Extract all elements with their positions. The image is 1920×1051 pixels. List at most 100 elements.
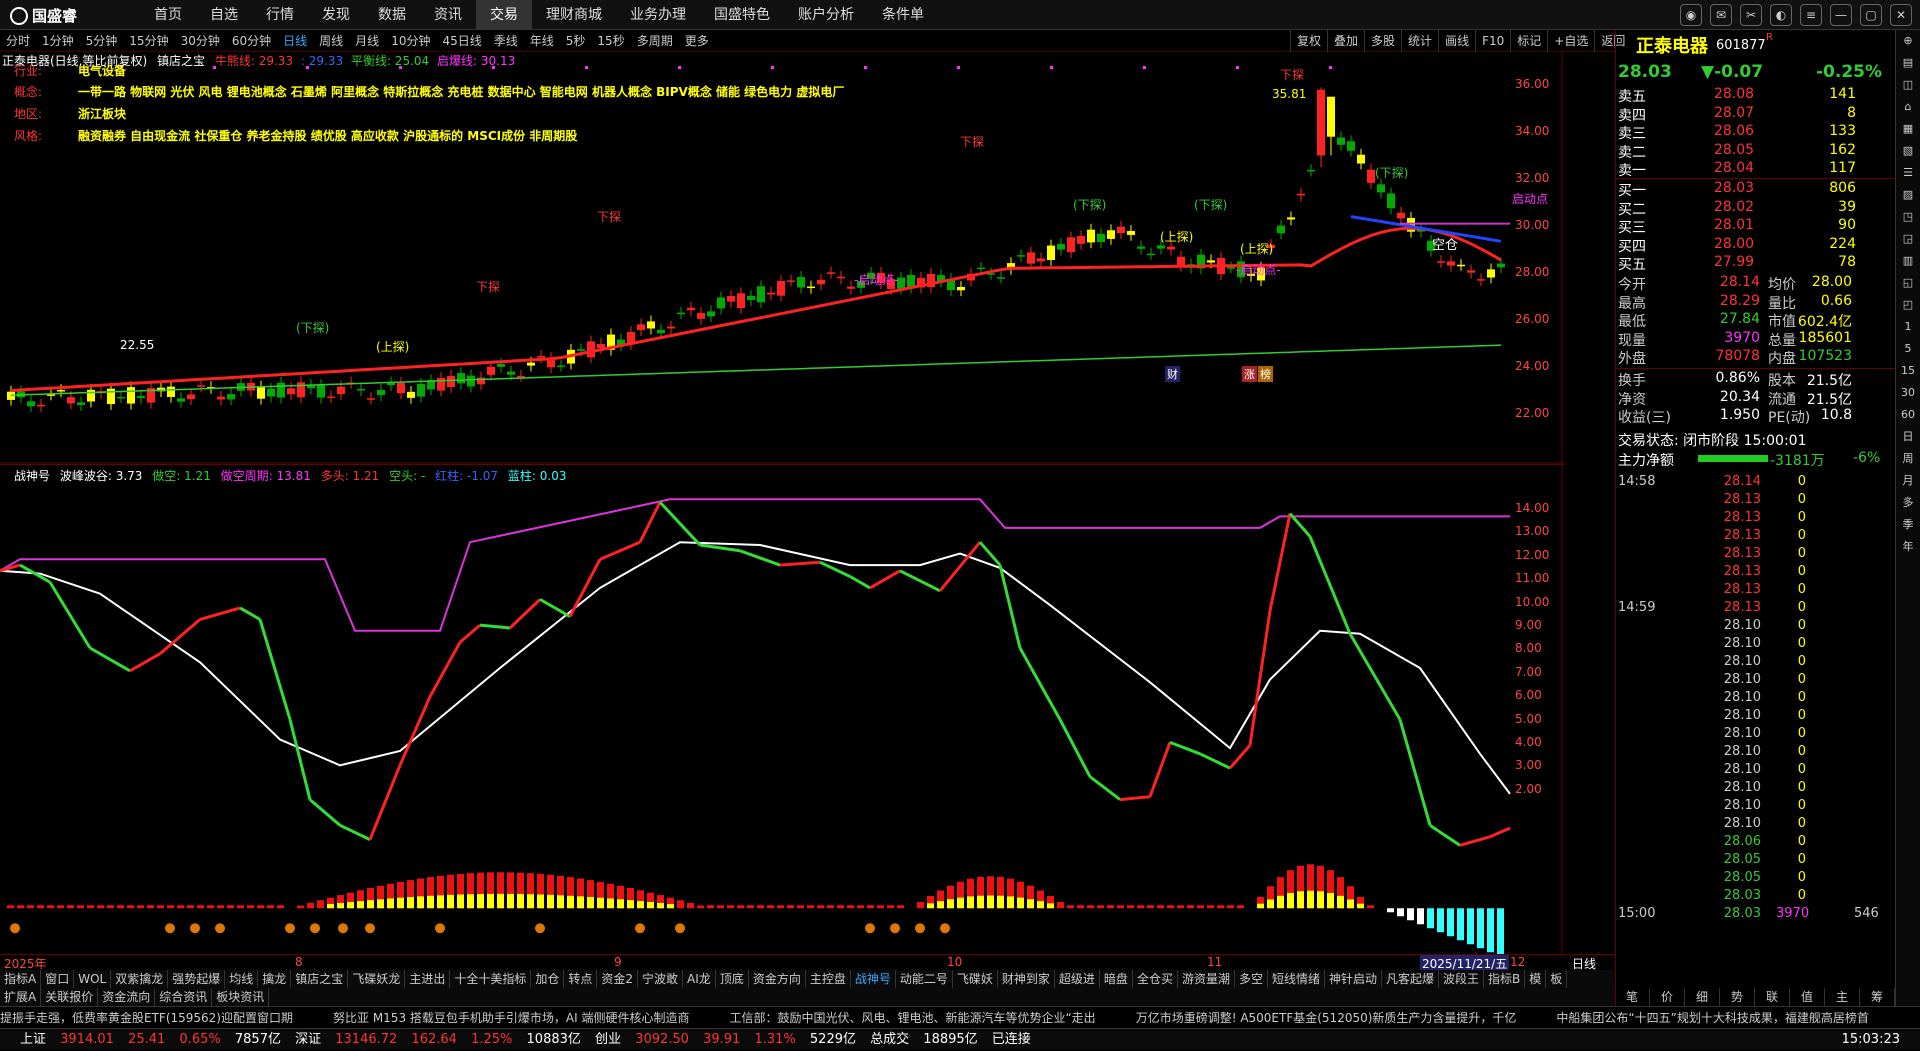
panel-tab[interactable]: 联 (1755, 988, 1790, 1006)
period-tab[interactable]: 10分钟 (385, 30, 436, 52)
ask-row[interactable]: 卖四 28.07 8 (1616, 105, 1896, 124)
toolbar-button[interactable]: 统计 (1401, 30, 1438, 52)
ask-row[interactable]: 卖五 28.08 141 (1616, 86, 1896, 105)
menu-item[interactable]: 业务办理 (616, 0, 700, 30)
indicator-tab[interactable]: 资金2 (597, 970, 639, 988)
minimize-icon[interactable]: — (1830, 4, 1852, 26)
period-tab[interactable]: 更多 (679, 30, 715, 52)
indicator-tab[interactable]: 飞碟妖 (953, 970, 998, 988)
sidebar-button[interactable]: ◱ (1896, 272, 1920, 294)
indicator-tab[interactable]: 动能二号 (896, 970, 953, 988)
toolbar-button[interactable]: 复权 (1290, 30, 1327, 52)
period-tab[interactable]: 分时 (0, 30, 36, 52)
bid-row[interactable]: 买四 28.00 224 (1616, 236, 1896, 255)
indicator-tab[interactable]: 加仓 (531, 970, 565, 988)
toolbar-button[interactable]: F10 (1475, 30, 1510, 52)
sidebar-button[interactable]: ⌂ (1896, 96, 1920, 118)
sh-label[interactable]: 上证 (20, 1032, 46, 1047)
sidebar-button[interactable]: ◰ (1896, 294, 1920, 316)
sidebar-button[interactable]: 季 (1896, 514, 1920, 536)
sidebar-button[interactable]: 1 (1896, 316, 1920, 338)
indicator-tab[interactable]: 板 (1546, 970, 1568, 988)
indicator-tab[interactable]: 宁波敢 (638, 970, 684, 988)
panel-tab[interactable]: 筹 (1860, 988, 1895, 1006)
panel-tab[interactable]: 值 (1790, 988, 1825, 1006)
cy-label[interactable]: 创业 (595, 1032, 621, 1047)
bid-row[interactable]: 买一 28.03 806 (1616, 180, 1896, 199)
news-item[interactable]: 工信部：鼓励中国光伏、风电、锂电池、新能源汽车等优势企业“走出 (729, 1011, 1095, 1025)
indicator-tab[interactable]: 凡客起爆 (1382, 970, 1440, 988)
skin-icon[interactable]: ◐ (1770, 4, 1792, 26)
indicator-tab[interactable]: 主控盘 (806, 970, 851, 988)
indicator-tab[interactable]: AI龙 (683, 970, 716, 988)
news-item[interactable]: 中船集团公布“十四五”规划十大科技成果，福建舰高居榜首 (1556, 1011, 1868, 1025)
news-item[interactable]: 努比亚 M153 搭载豆包手机助手引爆市场，AI 端侧硬件核心制造商 (333, 1011, 689, 1025)
period-tab[interactable]: 60分钟 (226, 30, 277, 52)
zhang-badge[interactable]: 涨 (1242, 366, 1257, 382)
indicator-tab[interactable]: 强势起爆 (168, 970, 226, 988)
sidebar-button[interactable]: 月 (1896, 470, 1920, 492)
cai-badge[interactable]: 财 (1165, 366, 1180, 382)
menu-item[interactable]: 数据 (364, 0, 420, 30)
indicator-tab[interactable]: 转点 (564, 970, 598, 988)
sidebar-button[interactable]: ▤ (1896, 52, 1920, 74)
indicator-tab[interactable]: WOL (74, 970, 112, 988)
indicator-tab[interactable]: 暗盘 (1100, 970, 1133, 988)
period-tab[interactable]: 30分钟 (175, 30, 226, 52)
indicator-tab[interactable]: 超级进 (1055, 970, 1100, 988)
close-icon[interactable]: ✕ (1890, 4, 1912, 26)
period-tab[interactable]: 1分钟 (36, 30, 80, 52)
info-tab[interactable]: 综合资讯 (155, 988, 213, 1006)
panel-tab[interactable]: 势 (1720, 988, 1755, 1006)
indicator-tab[interactable]: 擒龙 (258, 970, 292, 988)
indicator-tab[interactable]: 财神到家 (998, 970, 1055, 988)
indicator-tab[interactable]: 双紫擒龙 (111, 970, 169, 988)
info-tab[interactable]: 资金流向 (98, 988, 156, 1006)
sz-label[interactable]: 深证 (295, 1032, 321, 1047)
period-tab[interactable]: 5分钟 (80, 30, 124, 52)
indicator-tab[interactable]: 指标A (0, 970, 42, 988)
indicator-tab[interactable]: 主进出 (405, 970, 451, 988)
period-tab[interactable]: 年线 (524, 30, 560, 52)
sidebar-button[interactable]: 周 (1896, 448, 1920, 470)
period-tab[interactable]: 月线 (349, 30, 385, 52)
chat-icon[interactable]: ◉ (1680, 4, 1702, 26)
sidebar-button[interactable]: ☰ (1896, 162, 1920, 184)
sidebar-button[interactable]: ◫ (1896, 74, 1920, 96)
period-tab[interactable]: 日线 (277, 30, 313, 52)
sidebar-button[interactable]: ⊕ (1896, 30, 1920, 52)
toolbar-button[interactable]: 叠加 (1327, 30, 1364, 52)
maximize-icon[interactable]: ▢ (1860, 4, 1882, 26)
sidebar-button[interactable]: ▦ (1896, 118, 1920, 140)
sidebar-button[interactable]: ◳ (1896, 206, 1920, 228)
menu-item[interactable]: 行情 (252, 0, 308, 30)
indicator-tab[interactable]: 波段王 (1439, 970, 1485, 988)
menu-icon[interactable]: ≡ (1800, 4, 1822, 26)
news-item[interactable]: 万亿市场重磅调整! A500ETF基金(512050)新质生产力含量提升，千亿 (1136, 1011, 1517, 1025)
kline-svg[interactable] (0, 52, 1565, 464)
indicator-tab[interactable]: 短线情绪 (1268, 970, 1325, 988)
ask-row[interactable]: 卖三 28.06 133 (1616, 123, 1896, 142)
sidebar-button[interactable]: ◲ (1896, 228, 1920, 250)
indicator-tab[interactable]: 多空 (1235, 970, 1268, 988)
sidebar-button[interactable]: ▧ (1896, 140, 1920, 162)
sidebar-button[interactable]: ▥ (1896, 250, 1920, 272)
bid-row[interactable]: 买五 27.99 78 (1616, 254, 1896, 273)
ask-row[interactable]: 卖一 28.04 117 (1616, 160, 1896, 179)
menu-item[interactable]: 自选 (196, 0, 252, 30)
sidebar-button[interactable]: ▨ (1896, 184, 1920, 206)
period-tab[interactable]: 15分钟 (123, 30, 174, 52)
info-tab[interactable]: 板块资讯 (212, 988, 270, 1006)
bid-row[interactable]: 买二 28.02 39 (1616, 199, 1896, 218)
indicator-tab[interactable]: 资金方向 (749, 970, 806, 988)
sidebar-button[interactable]: 多 (1896, 492, 1920, 514)
toolbar-button[interactable]: 标记 (1510, 30, 1547, 52)
indicator-tab[interactable]: 镇店之宝 (291, 970, 349, 988)
sidebar-button[interactable]: 30 (1896, 382, 1920, 404)
panel-tab[interactable]: 价 (1650, 988, 1685, 1006)
tools-icon[interactable]: ✂ (1740, 4, 1762, 26)
sidebar-button[interactable]: 年 (1896, 536, 1920, 558)
panel-tab[interactable]: 笔 (1615, 988, 1650, 1006)
main-kline-chart[interactable]: 正泰电器(日线,等比前复权) 镇店之宝 牛熊线: 29.33 : 29.33 平… (0, 52, 1565, 464)
indicator-tab[interactable]: 全仓买 (1133, 970, 1178, 988)
